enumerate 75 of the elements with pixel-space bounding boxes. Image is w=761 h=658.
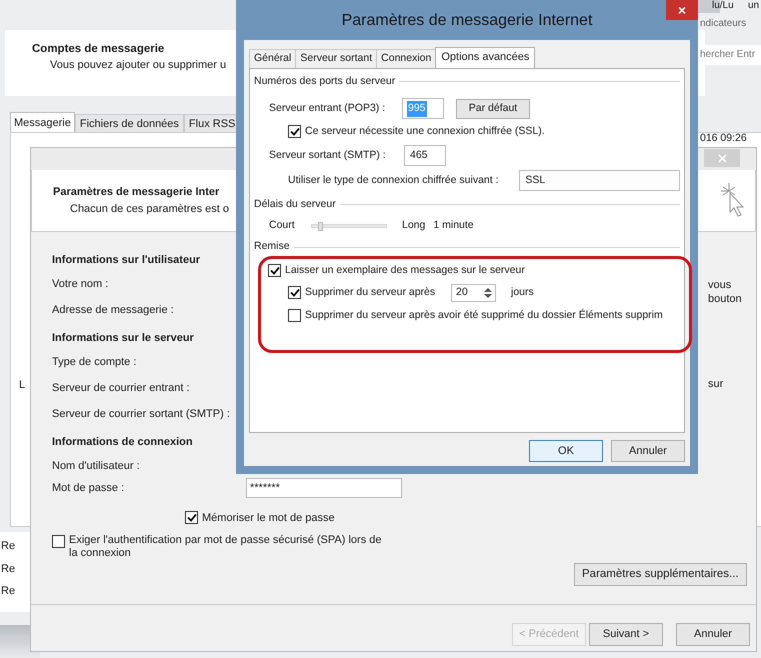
text-fragment: vous — [708, 278, 732, 293]
wizard-button[interactable]: Annuler — [676, 623, 750, 646]
section-heading: Informations sur l'utilisateur — [52, 253, 200, 268]
close-icon — [718, 154, 726, 162]
search-field[interactable]: hercher Entr — [700, 45, 761, 65]
checkbox[interactable] — [288, 286, 301, 299]
checkbox[interactable] — [268, 264, 281, 277]
checkbox-label: Supprimer du serveur après avoir été supprimé du dossier Éléments supprim — [305, 308, 663, 323]
tab[interactable]: Général — [249, 49, 296, 68]
checkbox-label: Exiger l'authentification par mot de passe sécurisé (SPA) lors de la connexion — [69, 534, 382, 560]
checkbox[interactable] — [288, 124, 301, 138]
checkmark-icon — [186, 513, 196, 522]
dialog-button[interactable]: Annuler — [611, 440, 685, 462]
tab[interactable]: Options avancées — [435, 47, 536, 68]
close-button[interactable]: × — [666, 0, 698, 20]
checkbox-label: Mémoriser le mot de passe — [202, 511, 335, 526]
tab[interactable]: Messagerie — [10, 112, 75, 133]
slider-max-label: Long — [402, 218, 426, 234]
encryption-dropdown[interactable]: SSL — [519, 170, 680, 191]
list-item-fragment: Re — [1, 562, 16, 576]
checkmark-icon — [290, 288, 300, 297]
days-spinner[interactable]: 20 — [451, 284, 496, 302]
field-label: Nom d'utilisateur : — [52, 459, 140, 474]
checkmark-icon — [290, 126, 300, 136]
label-fragment: L — [19, 378, 26, 393]
dialog-title: Paramètres de messagerie Internet — [342, 11, 592, 31]
text-fragment: sur — [708, 377, 724, 392]
wizard-button[interactable]: Suivant > — [589, 623, 663, 646]
group-label: Numéros des ports du serveur — [254, 74, 396, 89]
more-settings-button[interactable]: Paramètres supplémentaires... — [574, 563, 747, 586]
checkmark-icon — [270, 266, 280, 275]
checkbox-label: Laisser un exemplaire des messages sur le serveur — [285, 263, 525, 278]
checkbox[interactable] — [52, 535, 65, 548]
field-label: Votre nom : — [52, 277, 108, 292]
slider-reading: 1 minute — [433, 218, 474, 234]
field-label: Serveur entrant (POP3) : — [269, 100, 386, 116]
field-label: Serveur sortant (SMTP) : — [269, 148, 387, 163]
checkbox-label: Supprimer du serveur après — [305, 284, 436, 300]
filter-text: lu/Lu — [712, 0, 734, 11]
password-field[interactable]: ******* — [246, 478, 402, 498]
dialog-button[interactable]: OK — [529, 440, 603, 462]
list-item-fragment: Re — [1, 539, 16, 554]
slider-min-label: Court — [269, 218, 296, 234]
slider-track[interactable] — [311, 224, 387, 228]
tab[interactable]: Serveur sortant — [295, 49, 376, 68]
field-label: Adresse de messagerie : — [52, 303, 174, 318]
checkbox-label: Ce serveur nécessite une connexion chiffrée (SSL). — [305, 124, 545, 139]
field-label: Mot de passe : — [52, 481, 126, 496]
checkbox[interactable] — [185, 511, 198, 524]
default-button[interactable]: Par défaut — [456, 98, 530, 119]
wizard-subtitle: Chacun de ces paramètres est o — [70, 202, 229, 216]
unit-label: jours — [511, 284, 534, 300]
port-field[interactable]: 465 — [404, 145, 446, 166]
field-label: Serveur de courrier sortant (SMTP) : — [52, 407, 230, 422]
filter-text: un — [748, 0, 760, 11]
section-heading: Informations sur le serveur — [52, 331, 194, 346]
text-fragment: bouton — [708, 292, 742, 307]
field-label: Type de compte : — [52, 355, 136, 370]
list-item-fragment: Re — [1, 584, 16, 599]
tab[interactable]: Connexion — [376, 49, 436, 68]
wizard-title: Paramètres de messagerie Inter — [53, 185, 220, 200]
group-label: Remise — [254, 239, 290, 254]
slider-thumb[interactable] — [318, 222, 324, 232]
filter-text: ndicateurs — [700, 17, 746, 31]
section-title: Comptes de messagerie — [32, 42, 164, 57]
group-label: Délais du serveur — [254, 196, 336, 212]
date-text: 016 09:26 — [700, 131, 747, 146]
cursor-sparkle-icon — [719, 182, 745, 218]
field-label: Utiliser le type de connexion chiffrée suivant : — [288, 172, 500, 188]
spinner-arrows-icon — [483, 286, 493, 299]
tab[interactable]: Fichiers de données — [74, 114, 184, 133]
checkbox[interactable] — [288, 308, 301, 322]
field-label: Serveur de courrier entrant : — [52, 381, 190, 396]
section-subtitle: Vous pouvez ajouter ou supprimer u — [50, 58, 226, 73]
section-heading: Informations de connexion — [52, 435, 193, 450]
